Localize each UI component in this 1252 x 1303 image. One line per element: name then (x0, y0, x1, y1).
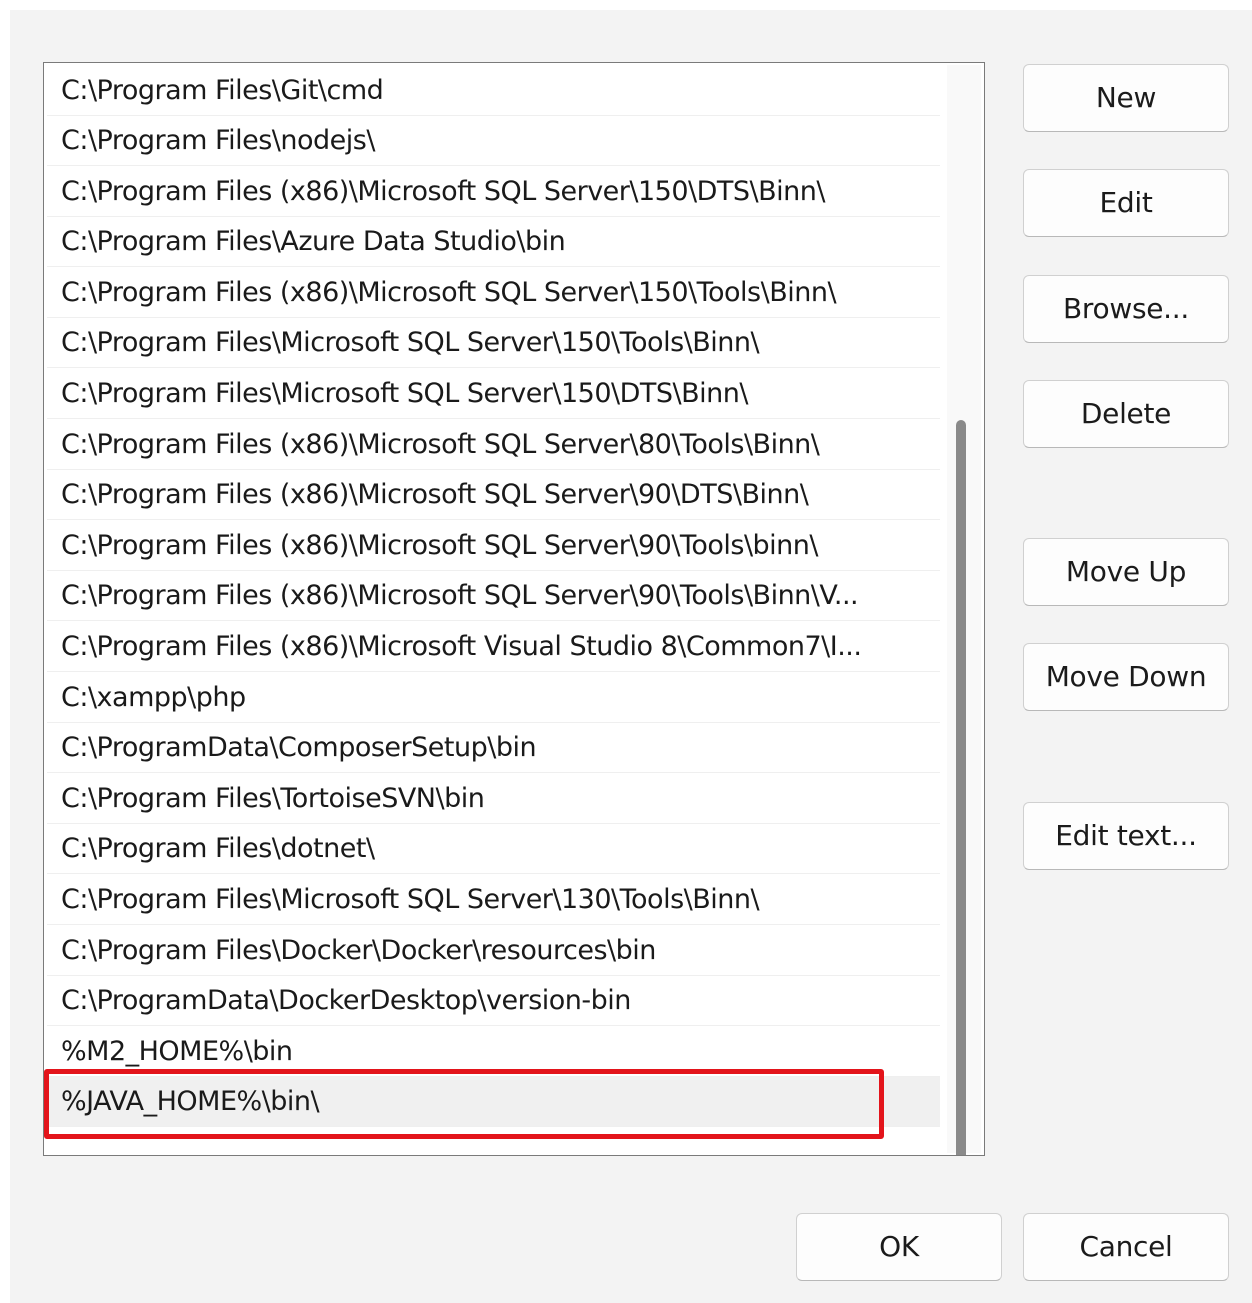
list-item[interactable]: C:\xampp\php (47, 673, 940, 723)
edit-button[interactable]: Edit (1023, 169, 1229, 237)
list-item[interactable]: C:\Program Files (x86)\Microsoft SQL Ser… (47, 470, 940, 520)
list-item[interactable]: C:\Program Files\Docker\Docker\resources… (47, 926, 940, 976)
scrollbar-thumb[interactable] (956, 420, 966, 1155)
list-item[interactable]: C:\Program Files (x86)\Microsoft SQL Ser… (47, 521, 940, 571)
list-item[interactable]: C:\Program Files\Microsoft SQL Server\15… (47, 318, 940, 368)
list-item[interactable]: C:\Program Files (x86)\Microsoft SQL Ser… (47, 571, 940, 621)
delete-button[interactable]: Delete (1023, 380, 1229, 448)
list-item[interactable]: C:\Program Files\Git\cmd (47, 66, 940, 116)
list-item[interactable]: C:\Program Files\nodejs\ (47, 116, 940, 166)
list-item[interactable]: C:\ProgramData\DockerDesktop\version-bin (47, 976, 940, 1026)
list-item[interactable]: C:\Program Files\Microsoft SQL Server\13… (47, 875, 940, 925)
list-item[interactable]: C:\ProgramData\ComposerSetup\bin (47, 723, 940, 773)
move-up-button[interactable]: Move Up (1023, 538, 1229, 606)
move-down-button[interactable]: Move Down (1023, 643, 1229, 711)
cancel-button[interactable]: Cancel (1023, 1213, 1229, 1281)
browse-button[interactable]: Browse... (1023, 275, 1229, 343)
list-item[interactable]: C:\Program Files (x86)\Microsoft SQL Ser… (47, 268, 940, 318)
list-item[interactable]: C:\Program Files\dotnet\ (47, 824, 940, 874)
list-item[interactable]: C:\Program Files (x86)\Microsoft SQL Ser… (47, 420, 940, 470)
ok-button[interactable]: OK (796, 1213, 1002, 1281)
list-item[interactable]: C:\Program Files\Microsoft SQL Server\15… (47, 369, 940, 419)
list-item[interactable]: C:\Program Files\Azure Data Studio\bin (47, 217, 940, 267)
edit-text-button[interactable]: Edit text... (1023, 802, 1229, 870)
list-item[interactable]: C:\Program Files\TortoiseSVN\bin (47, 774, 940, 824)
new-button[interactable]: New (1023, 64, 1229, 132)
selection-highlight-annotation (44, 1069, 884, 1139)
list-item[interactable]: C:\Program Files (x86)\Microsoft SQL Ser… (47, 167, 940, 217)
path-list[interactable]: C:\Program Files\Git\cmd C:\Program File… (43, 62, 985, 1156)
list-item[interactable]: C:\Program Files (x86)\Microsoft Visual … (47, 622, 940, 672)
